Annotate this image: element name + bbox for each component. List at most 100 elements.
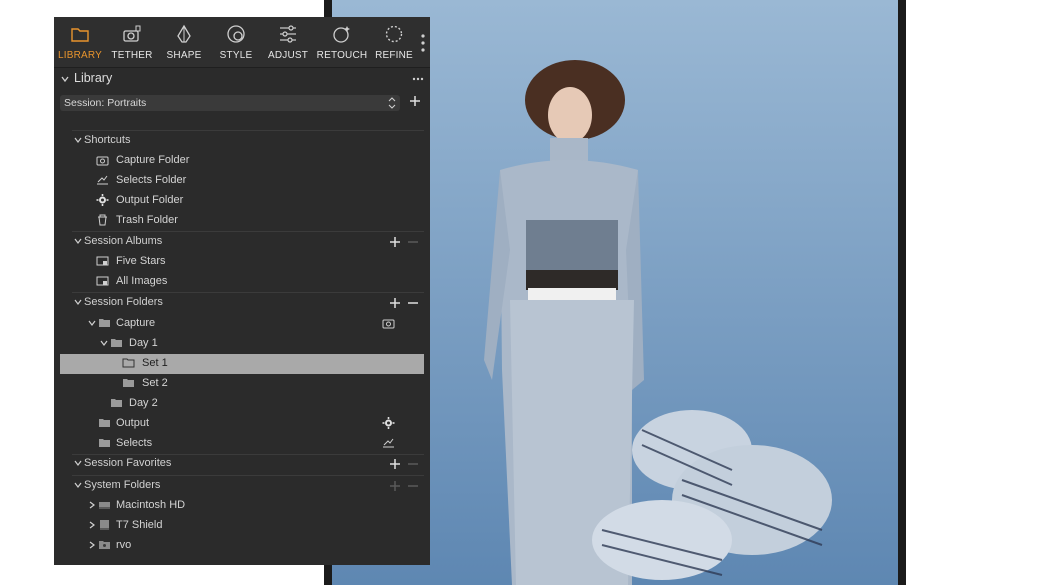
- folder-icon: [71, 28, 89, 42]
- sliders-icon: [280, 25, 296, 43]
- folder-day2[interactable]: Day 2: [60, 394, 428, 414]
- library-panel: LIBRARY TETHER SHAPE STYLE ADJUST RETOUC…: [54, 17, 430, 565]
- section-label: Session Favorites: [84, 457, 172, 469]
- album-five-stars[interactable]: Five Stars: [60, 252, 428, 272]
- library-title: Library: [74, 71, 113, 85]
- item-label: Trash Folder: [116, 214, 178, 226]
- session-select-value: Session: Portraits: [64, 97, 147, 109]
- item-label: Output Folder: [116, 194, 184, 206]
- home-folder-icon: [99, 541, 110, 549]
- tab-style[interactable]: STYLE: [210, 17, 262, 67]
- shortcut-trash-folder[interactable]: Trash Folder: [60, 211, 428, 231]
- camera-icon: [123, 25, 141, 42]
- retouch-icon: [333, 26, 350, 43]
- item-label: Capture Folder: [116, 154, 190, 166]
- item-label: Selects: [116, 437, 153, 449]
- add-session-icon[interactable]: [409, 95, 421, 107]
- folder-icon: [99, 419, 110, 427]
- tab-label: ADJUST: [267, 50, 309, 61]
- folder-icon: [99, 319, 110, 327]
- item-label: Capture: [116, 317, 156, 329]
- item-label: Set 2: [142, 377, 168, 389]
- shape-icon: [177, 24, 191, 43]
- tab-adjust[interactable]: ADJUST: [262, 17, 314, 67]
- tab-label: STYLE: [219, 50, 253, 61]
- chevron-down-icon: [74, 238, 82, 244]
- trash-icon: [98, 214, 107, 226]
- camera-icon: [96, 156, 109, 166]
- chevron-down-icon: [100, 340, 108, 346]
- folder-set2[interactable]: Set 2: [60, 374, 428, 394]
- shortcut-output-folder[interactable]: Output Folder: [60, 191, 428, 211]
- gear-icon: [382, 417, 395, 429]
- folder-day1[interactable]: Day 1: [60, 334, 428, 354]
- section-label: Shortcuts: [84, 134, 131, 146]
- system-macintosh-hd[interactable]: Macintosh HD: [60, 496, 428, 516]
- folder-icon: [111, 399, 122, 407]
- add-remove-icons[interactable]: [386, 296, 422, 310]
- chevron-down-icon: [74, 482, 82, 488]
- section-label: System Folders: [84, 479, 161, 491]
- folder-set1[interactable]: Set 1: [60, 354, 424, 374]
- tab-library[interactable]: LIBRARY: [54, 17, 106, 67]
- section-session-albums[interactable]: Session Albums: [60, 232, 428, 252]
- more-options-icon[interactable]: [412, 77, 424, 81]
- folder-output[interactable]: Output: [60, 414, 428, 434]
- tab-label: RETOUCH: [316, 50, 368, 61]
- section-shortcuts[interactable]: Shortcuts: [60, 131, 428, 151]
- section-label: Session Folders: [84, 296, 163, 308]
- add-remove-icons[interactable]: [386, 235, 422, 249]
- tab-label: REFINE: [375, 50, 413, 61]
- gear-icon: [96, 194, 109, 206]
- system-rvo[interactable]: rvo: [60, 536, 428, 556]
- session-select[interactable]: Session: Portraits: [60, 95, 400, 111]
- chevron-down-icon: [74, 137, 82, 143]
- folder-selects[interactable]: Selects: [60, 434, 428, 454]
- shortcut-selects-folder[interactable]: Selects Folder: [60, 171, 428, 191]
- chevron-right-icon: [89, 521, 95, 529]
- chevron-right-icon: [89, 541, 95, 549]
- section-session-folders[interactable]: Session Folders: [60, 293, 428, 313]
- folder-icon: [99, 439, 110, 447]
- refine-icon: [385, 25, 403, 43]
- chevron-right-icon: [89, 501, 95, 509]
- album-all-images[interactable]: All Images: [60, 272, 428, 292]
- folder-icon: [122, 358, 135, 368]
- folder-icon: [123, 379, 134, 387]
- camera-icon: [382, 319, 395, 329]
- shortcut-capture-folder[interactable]: Capture Folder: [60, 151, 428, 171]
- chevron-down-icon: [61, 76, 69, 83]
- external-drive-icon: [100, 520, 109, 530]
- section-session-favorites[interactable]: Session Favorites: [60, 454, 428, 474]
- item-label: T7 Shield: [116, 519, 163, 531]
- section-system-folders[interactable]: System Folders: [60, 476, 428, 496]
- item-label: Selects Folder: [116, 174, 187, 186]
- item-label: All Images: [116, 275, 168, 287]
- drive-icon: [99, 502, 110, 509]
- tab-label: SHAPE: [166, 50, 202, 61]
- item-label: Set 1: [142, 357, 168, 369]
- tab-retouch[interactable]: RETOUCH: [314, 17, 370, 67]
- more-tabs-icon[interactable]: [420, 33, 426, 53]
- system-t7-shield[interactable]: T7 Shield: [60, 516, 428, 536]
- selects-icon: [97, 175, 108, 185]
- album-icon: [96, 256, 109, 266]
- add-remove-icons[interactable]: [386, 479, 422, 493]
- tab-shape[interactable]: SHAPE: [158, 17, 210, 67]
- tab-refine[interactable]: REFINE: [368, 17, 420, 67]
- tab-tether[interactable]: TETHER: [106, 17, 158, 67]
- section-label: Session Albums: [84, 235, 163, 247]
- selects-icon: [383, 438, 394, 448]
- item-label: Day 2: [129, 397, 158, 409]
- album-icon: [96, 276, 109, 286]
- folder-capture[interactable]: Capture: [60, 314, 428, 334]
- add-remove-icons[interactable]: [386, 457, 422, 471]
- item-label: Macintosh HD: [116, 499, 186, 511]
- chevron-down-icon: [88, 320, 96, 326]
- item-label: Day 1: [129, 337, 158, 349]
- chevron-down-icon: [74, 299, 82, 305]
- tab-label: TETHER: [111, 50, 153, 61]
- item-label: rvo: [116, 539, 132, 551]
- folder-icon: [111, 339, 122, 347]
- library-header[interactable]: Library: [54, 69, 430, 89]
